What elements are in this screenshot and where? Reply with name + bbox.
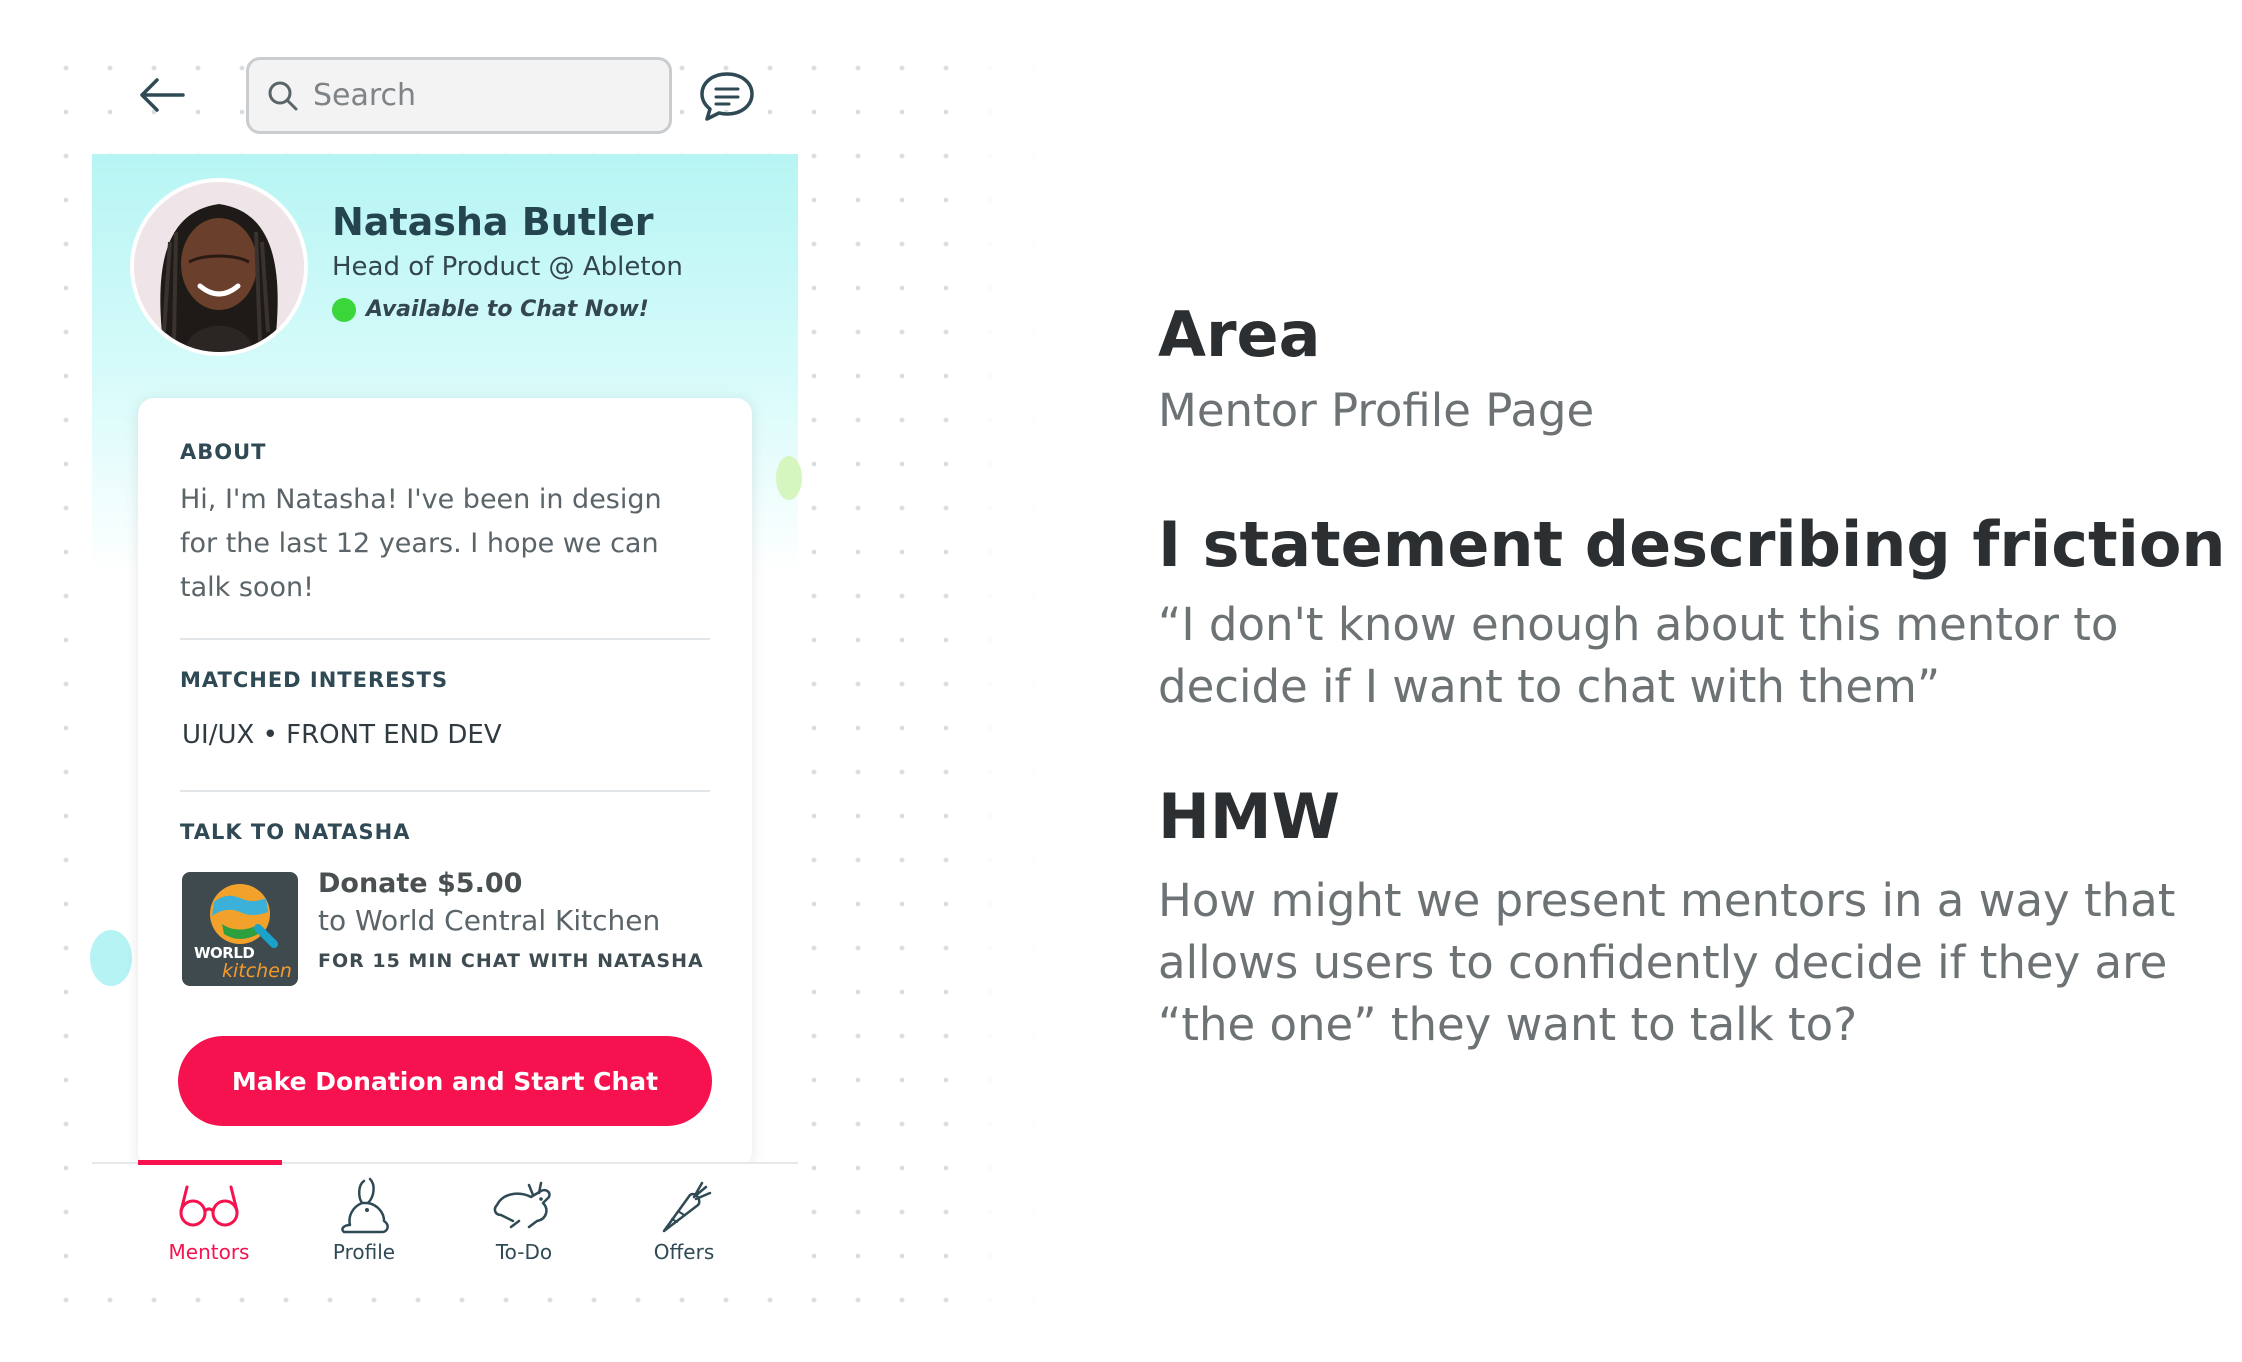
matched-interests-heading: MATCHED INTERESTS [180, 668, 449, 692]
tab-to-do[interactable]: To-Do [449, 1176, 599, 1276]
about-heading: ABOUT [180, 440, 267, 464]
friction-statement: “I don't know enough about this mentor t… [1158, 598, 2119, 713]
messages-button[interactable] [696, 66, 758, 126]
decorative-dot [90, 930, 132, 986]
running-rabbit-icon [493, 1181, 551, 1229]
hmw-statement: How might we present mentors in a way th… [1158, 874, 2176, 1051]
tab-label: Offers [653, 1240, 715, 1264]
online-status-dot [332, 297, 356, 322]
glasses-icon [179, 1185, 239, 1227]
charity-logo: WORLD kitchen [182, 872, 298, 986]
donation-recipient: to World Central Kitchen [318, 904, 661, 937]
availability-status: Available to Chat Now! [332, 297, 649, 322]
mentor-name: Natasha Butler [332, 200, 654, 244]
active-tab-indicator [138, 1160, 282, 1165]
carrot-icon [662, 1181, 712, 1233]
mentor-avatar [130, 178, 308, 356]
hmw-heading: HMW [1158, 780, 1340, 853]
search-icon [268, 81, 298, 110]
search-bar[interactable] [246, 57, 672, 134]
tab-profile[interactable]: Profile [289, 1176, 439, 1276]
decorative-dot [776, 456, 802, 500]
talk-to-heading: TALK TO NATASHA [180, 820, 411, 844]
make-donation-start-chat-button[interactable]: Make Donation and Start Chat [178, 1036, 712, 1126]
area-heading: Area [1158, 298, 1321, 371]
tab-offers[interactable]: Offers [609, 1176, 759, 1276]
donation-amount: Donate $5.00 [318, 868, 523, 899]
area-value: Mentor Profile Page [1158, 384, 1595, 437]
rabbit-icon [341, 1177, 389, 1234]
donation-note: FOR 15 MIN CHAT WITH NATASHA [318, 950, 704, 972]
search-input[interactable] [313, 78, 653, 113]
profile-details-card: ABOUT Hi, I'm Natasha! I've been in desi… [138, 398, 752, 1168]
arrow-left-icon [140, 78, 185, 112]
tab-label: To-Do [495, 1240, 553, 1264]
chat-bubble-icon [700, 72, 754, 121]
status-text: Available to Chat Now! [366, 297, 649, 322]
avatar-portrait [134, 182, 304, 352]
friction-heading: I statement describing friction [1158, 508, 2226, 581]
tab-label: Profile [332, 1240, 396, 1264]
back-button[interactable] [130, 68, 194, 122]
divider [180, 638, 710, 640]
tab-label: Mentors [168, 1240, 250, 1264]
matched-interests-list: UI/UX • FRONT END DEV [182, 720, 502, 750]
tab-mentors[interactable]: Mentors [134, 1176, 284, 1276]
charity-logo-text: kitchen [222, 960, 292, 982]
divider [180, 790, 710, 792]
about-text: Hi, I'm Natasha! I've been in design for… [180, 484, 662, 603]
mentor-title: Head of Product @ Ableton [332, 252, 683, 282]
